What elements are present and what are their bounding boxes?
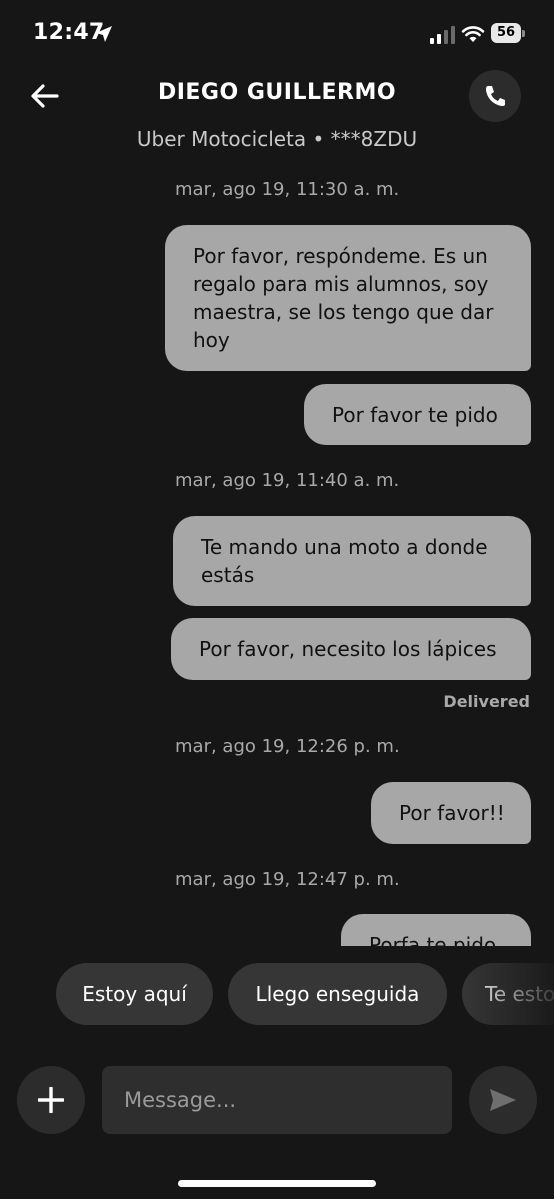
phone-icon (486, 86, 505, 106)
quick-replies: Estoy aquí Llego enseguida Te estoy (0, 963, 554, 1027)
message-bubble[interactable]: Te mando una moto a donde estás (173, 516, 531, 606)
add-attachment-button[interactable] (17, 1066, 85, 1134)
message-timestamp: mar, ago 19, 11:30 a. m. (175, 179, 400, 200)
battery-icon: 56 (491, 23, 527, 45)
message-timestamp: mar, ago 19, 11:40 a. m. (175, 470, 400, 491)
message-bubble[interactable]: Por favor, respóndeme. Es un regalo para… (165, 225, 531, 371)
send-button[interactable] (469, 1066, 537, 1134)
call-button[interactable] (469, 70, 521, 122)
quick-reply-chip[interactable]: Llego enseguida (228, 963, 447, 1025)
message-bubble[interactable]: Por favor, necesito los lápices (171, 618, 531, 680)
wifi-icon (461, 26, 485, 42)
location-arrow-icon (96, 26, 112, 42)
message-timestamp: mar, ago 19, 12:47 p. m. (175, 869, 400, 890)
message-input[interactable] (102, 1066, 452, 1134)
home-indicator (178, 1180, 376, 1187)
message-bubble[interactable]: Porfa te pido (341, 914, 531, 946)
cellular-signal-icon (430, 26, 455, 44)
message-list[interactable]: mar, ago 19, 11:30 a. m. Por favor, resp… (0, 170, 554, 946)
message-timestamp: mar, ago 19, 12:26 p. m. (175, 736, 400, 757)
quick-reply-chip[interactable]: Te estoy (462, 963, 554, 1025)
trip-subtitle: Uber Motocicleta • ***8ZDU (136, 127, 418, 151)
battery-level: 56 (491, 23, 521, 43)
plus-icon (38, 1087, 64, 1113)
delivered-status: Delivered (443, 692, 530, 711)
message-bubble[interactable]: Por favor te pido (304, 384, 531, 445)
send-icon (490, 1089, 516, 1111)
quick-reply-chip[interactable]: Estoy aquí (56, 963, 213, 1025)
message-bubble[interactable]: Por favor!! (371, 782, 531, 844)
